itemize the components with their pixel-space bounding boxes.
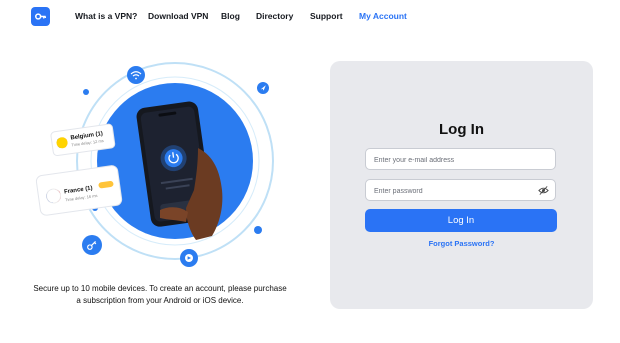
login-panel: Log In Log In Forgot Password? bbox=[330, 61, 593, 309]
login-button[interactable]: Log In bbox=[365, 209, 557, 232]
login-title: Log In bbox=[439, 121, 484, 138]
logo[interactable] bbox=[31, 7, 50, 26]
eye-slash-icon[interactable] bbox=[538, 185, 549, 196]
email-field-wrapper bbox=[365, 148, 556, 171]
nav-support[interactable]: Support bbox=[310, 11, 343, 21]
caption-line: a subscription from your Android or iOS … bbox=[76, 296, 244, 305]
devices-caption: Secure up to 10 mobile devices. To creat… bbox=[20, 283, 300, 307]
forgot-password-link[interactable]: Forgot Password? bbox=[330, 239, 593, 248]
nav-blog[interactable]: Blog bbox=[221, 11, 240, 21]
wifi-badge bbox=[127, 66, 145, 84]
play-badge bbox=[180, 249, 198, 267]
password-input[interactable] bbox=[366, 181, 555, 202]
hero-illustration: Belgium (1) Time delay: 12 ms France (1)… bbox=[0, 40, 320, 280]
caption-line: Secure up to 10 mobile devices. To creat… bbox=[33, 284, 287, 293]
nav-directory[interactable]: Directory bbox=[256, 11, 293, 21]
location-badge bbox=[257, 82, 269, 94]
password-field-wrapper bbox=[365, 179, 556, 202]
nav-download-vpn[interactable]: Download VPN bbox=[148, 11, 208, 21]
email-input[interactable] bbox=[366, 150, 555, 171]
nav-what-is-vpn[interactable]: What is a VPN? bbox=[75, 11, 137, 21]
decor-dot bbox=[83, 89, 89, 95]
key-icon bbox=[35, 13, 47, 20]
top-navigation: What is a VPN? Download VPN Blog Directo… bbox=[0, 0, 620, 34]
decor-dot bbox=[254, 226, 262, 234]
key-badge bbox=[82, 235, 102, 255]
nav-my-account[interactable]: My Account bbox=[359, 11, 407, 21]
